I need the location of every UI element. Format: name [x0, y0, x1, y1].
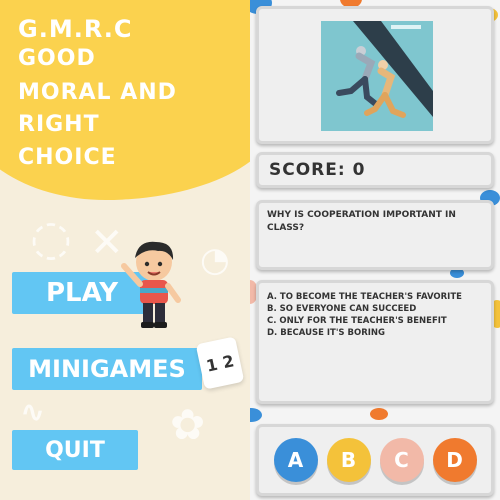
score-label: SCORE: 0 [269, 160, 366, 180]
question-image-panel [256, 6, 494, 144]
confetti-dot [370, 408, 388, 420]
answer-c-button[interactable]: C [379, 438, 424, 482]
score-panel: SCORE: 0 [256, 152, 494, 188]
cooperation-illustration [321, 21, 433, 131]
question-text: WHY IS COOPERATION IMPORTANT IN CLASS? [267, 210, 456, 233]
title-line-5: CHOICE [18, 145, 117, 170]
doodle-decoration: ◌ [30, 210, 72, 266]
minigames-button[interactable]: MINIGAMES [12, 348, 202, 390]
quiz-panel: SCORE: 0 WHY IS COOPERATION IMPORTANT IN… [250, 0, 500, 500]
title-line-1: G.M.R.C [18, 15, 133, 43]
answer-d-button[interactable]: D [432, 438, 477, 482]
title-line-3: MORAL AND [18, 80, 177, 105]
doodle-decoration: ✿ [170, 400, 206, 449]
answer-b-button[interactable]: B [326, 438, 371, 482]
answer-buttons-panel: A B C D [256, 424, 494, 496]
boy-mascot-illustration [121, 241, 181, 328]
choice-b-text: B. SO EVERYONE CAN SUCCEED [267, 304, 417, 314]
choice-a-text: A. TO BECOME THE TEACHER'S FAVORITE [267, 292, 462, 302]
answer-a-button[interactable]: A [273, 438, 318, 482]
choice-c-text: C. ONLY FOR THE TEACHER'S BENEFIT [267, 316, 447, 326]
main-menu-panel: ✕ ◌ ✿ ∿ ◔ G.M.R.C GOOD MORAL AND RIGHT C… [0, 0, 250, 500]
question-panel: WHY IS COOPERATION IMPORTANT IN CLASS? [256, 200, 494, 270]
choices-panel: A. TO BECOME THE TEACHER'S FAVORITE B. S… [256, 280, 494, 404]
minigames-badge: 1 2 [195, 336, 245, 390]
doodle-decoration: ◔ [200, 240, 230, 280]
title-line-2: GOOD [18, 46, 96, 71]
choice-d-text: D. BECAUSE IT'S BORING [267, 328, 386, 338]
doodle-decoration: ∿ [20, 395, 46, 430]
title-line-4: RIGHT [18, 112, 100, 137]
confetti-dot [250, 408, 262, 422]
quit-button[interactable]: QUIT [12, 430, 138, 470]
